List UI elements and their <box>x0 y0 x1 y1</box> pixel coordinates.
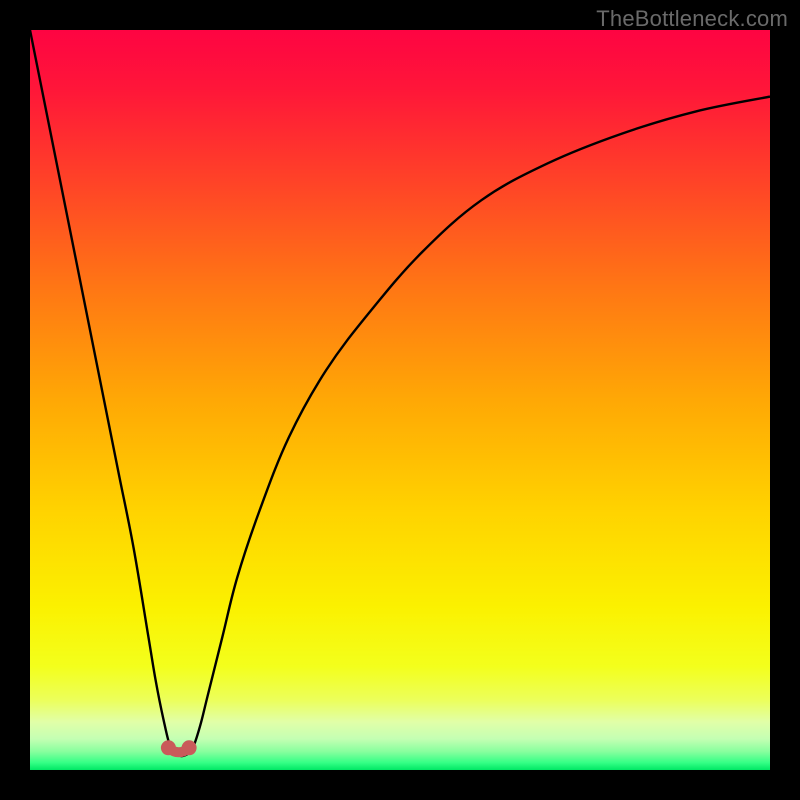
outer-frame: TheBottleneck.com <box>0 0 800 800</box>
watermark-text: TheBottleneck.com <box>596 6 788 32</box>
plot-area <box>30 30 770 770</box>
bottleneck-curve <box>30 30 770 770</box>
